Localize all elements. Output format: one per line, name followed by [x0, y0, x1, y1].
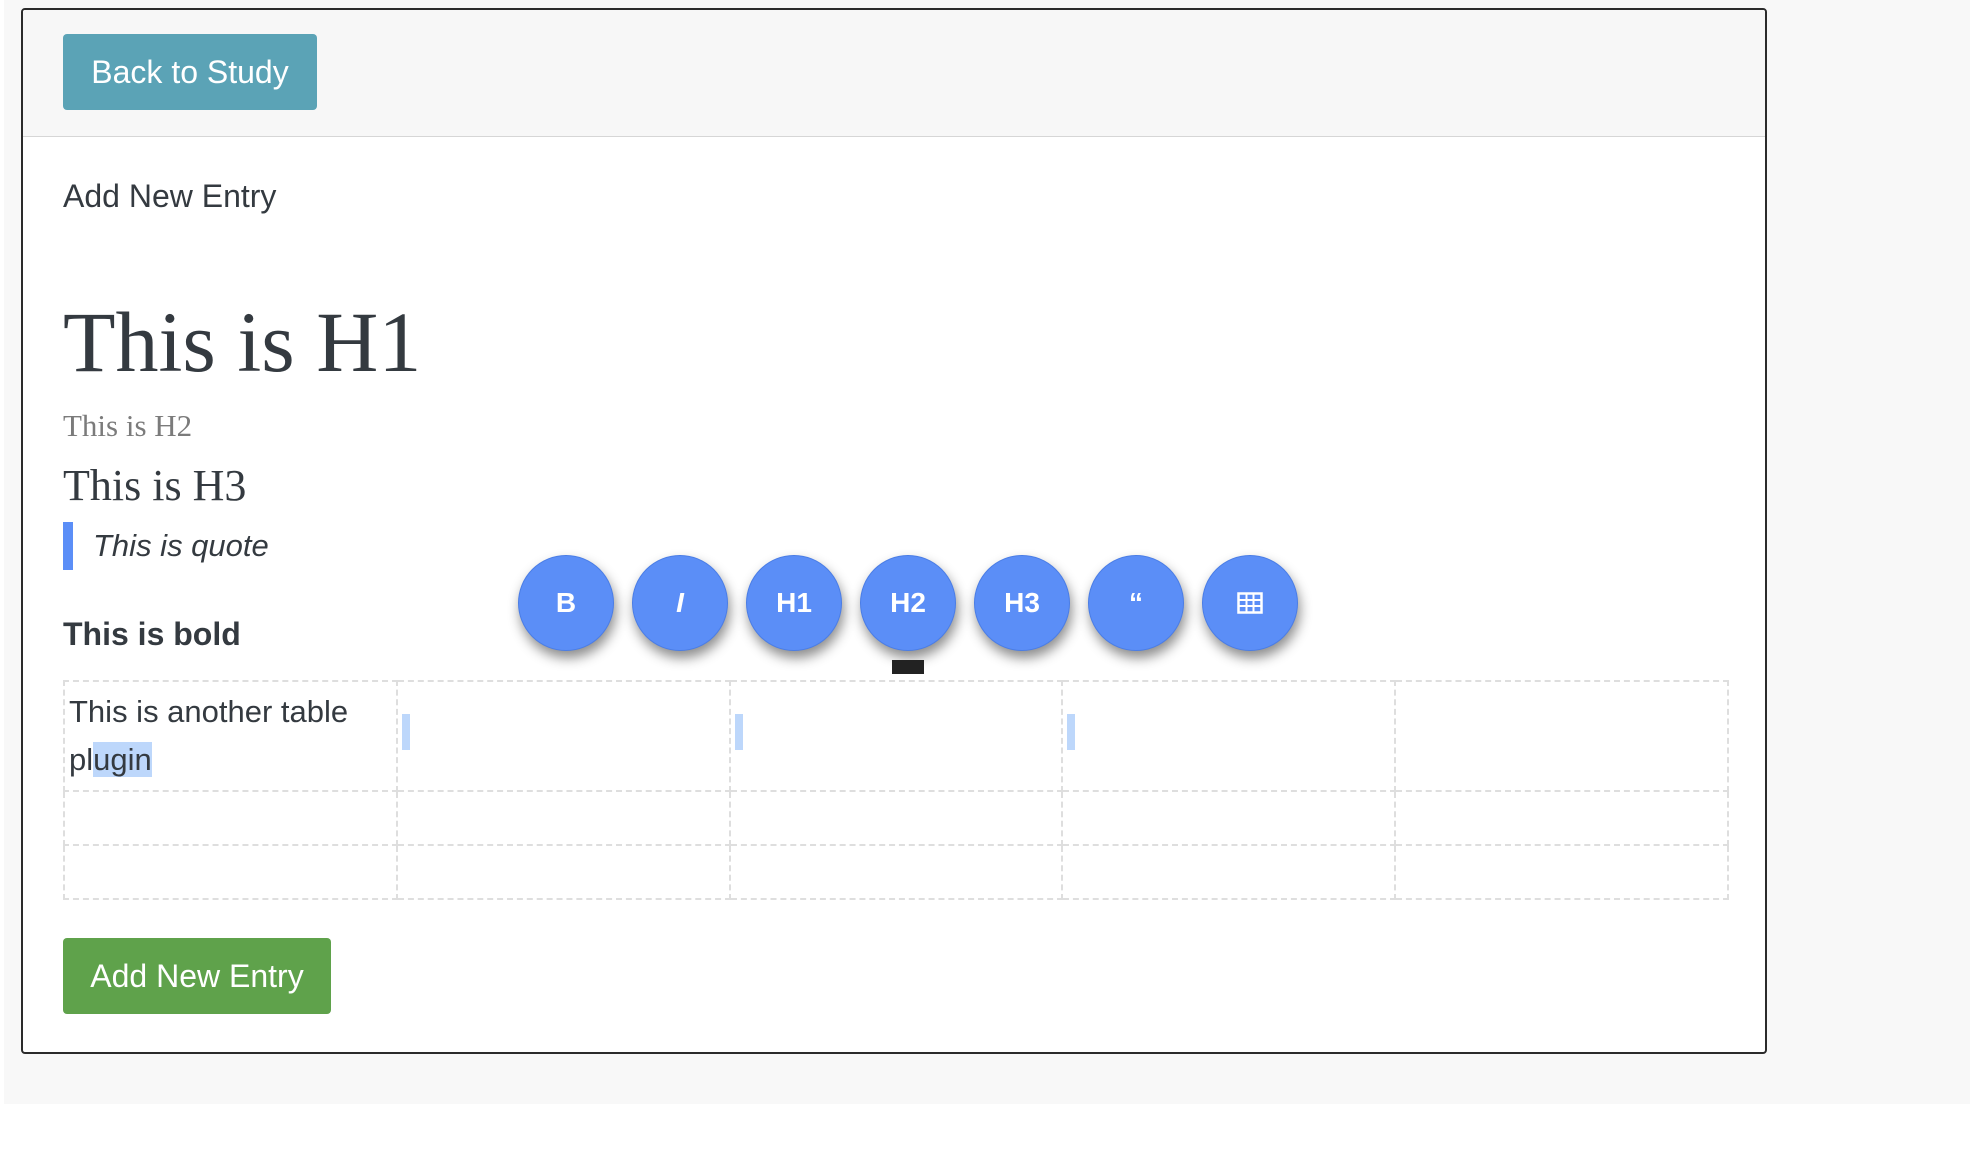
- editor-heading-1[interactable]: This is H1: [63, 292, 421, 392]
- table-cell[interactable]: [1394, 790, 1729, 846]
- italic-button[interactable]: I: [632, 555, 728, 651]
- bold-label: B: [555, 587, 577, 618]
- table-cell[interactable]: [395, 844, 731, 900]
- editor-heading-2[interactable]: This is H2: [63, 406, 192, 446]
- table-cell[interactable]: [395, 790, 731, 846]
- table-cell[interactable]: This is another table plugin: [63, 680, 398, 792]
- editor-bold-text[interactable]: This is bold: [63, 610, 241, 658]
- table-row: [63, 844, 1729, 900]
- table-cell[interactable]: [728, 680, 1064, 792]
- quote-icon: “: [1129, 587, 1143, 618]
- table-cell[interactable]: [1061, 680, 1397, 792]
- bold-button[interactable]: B: [518, 555, 614, 651]
- h3-label: H3: [1004, 587, 1040, 618]
- table-cell[interactable]: [1061, 844, 1397, 900]
- table-cell[interactable]: [395, 680, 731, 792]
- table-cell[interactable]: [63, 790, 398, 846]
- entry-card: Back to Study Add New Entry This is H1 T…: [21, 8, 1767, 1054]
- formatting-toolbar: B I H1 H2 H3 “: [518, 555, 1298, 651]
- table-cell[interactable]: [63, 844, 398, 900]
- heading-1-button[interactable]: H1: [746, 555, 842, 651]
- editor-table[interactable]: This is another table plugin: [63, 680, 1729, 900]
- toolbar-pointer: [892, 660, 924, 674]
- text-selection: ugin: [93, 742, 152, 777]
- table-button[interactable]: [1202, 555, 1298, 651]
- selection-marker: [734, 714, 743, 750]
- h2-label: H2: [890, 587, 926, 618]
- selection-marker: [401, 714, 410, 750]
- italic-label: I: [676, 587, 684, 618]
- back-to-study-button[interactable]: Back to Study: [63, 34, 317, 110]
- editor-blockquote[interactable]: This is quote: [63, 522, 269, 570]
- table-cell[interactable]: [1394, 680, 1729, 792]
- quote-button[interactable]: “: [1088, 555, 1184, 651]
- card-title: Add New Entry: [63, 178, 277, 214]
- h1-label: H1: [776, 587, 812, 618]
- card-header: Back to Study: [23, 10, 1765, 137]
- table-cell[interactable]: [728, 790, 1064, 846]
- table-row: This is another table plugin: [63, 680, 1729, 792]
- heading-2-button[interactable]: H2: [860, 555, 956, 651]
- table-cell[interactable]: [1394, 844, 1729, 900]
- table-row: [63, 790, 1729, 846]
- selection-marker: [1067, 714, 1076, 750]
- table-cell[interactable]: [728, 844, 1064, 900]
- table-icon: [1237, 592, 1263, 614]
- heading-3-button[interactable]: H3: [974, 555, 1070, 651]
- table-cell[interactable]: [1061, 790, 1397, 846]
- add-new-entry-button[interactable]: Add New Entry: [63, 938, 331, 1014]
- editor-heading-3[interactable]: This is H3: [63, 458, 246, 514]
